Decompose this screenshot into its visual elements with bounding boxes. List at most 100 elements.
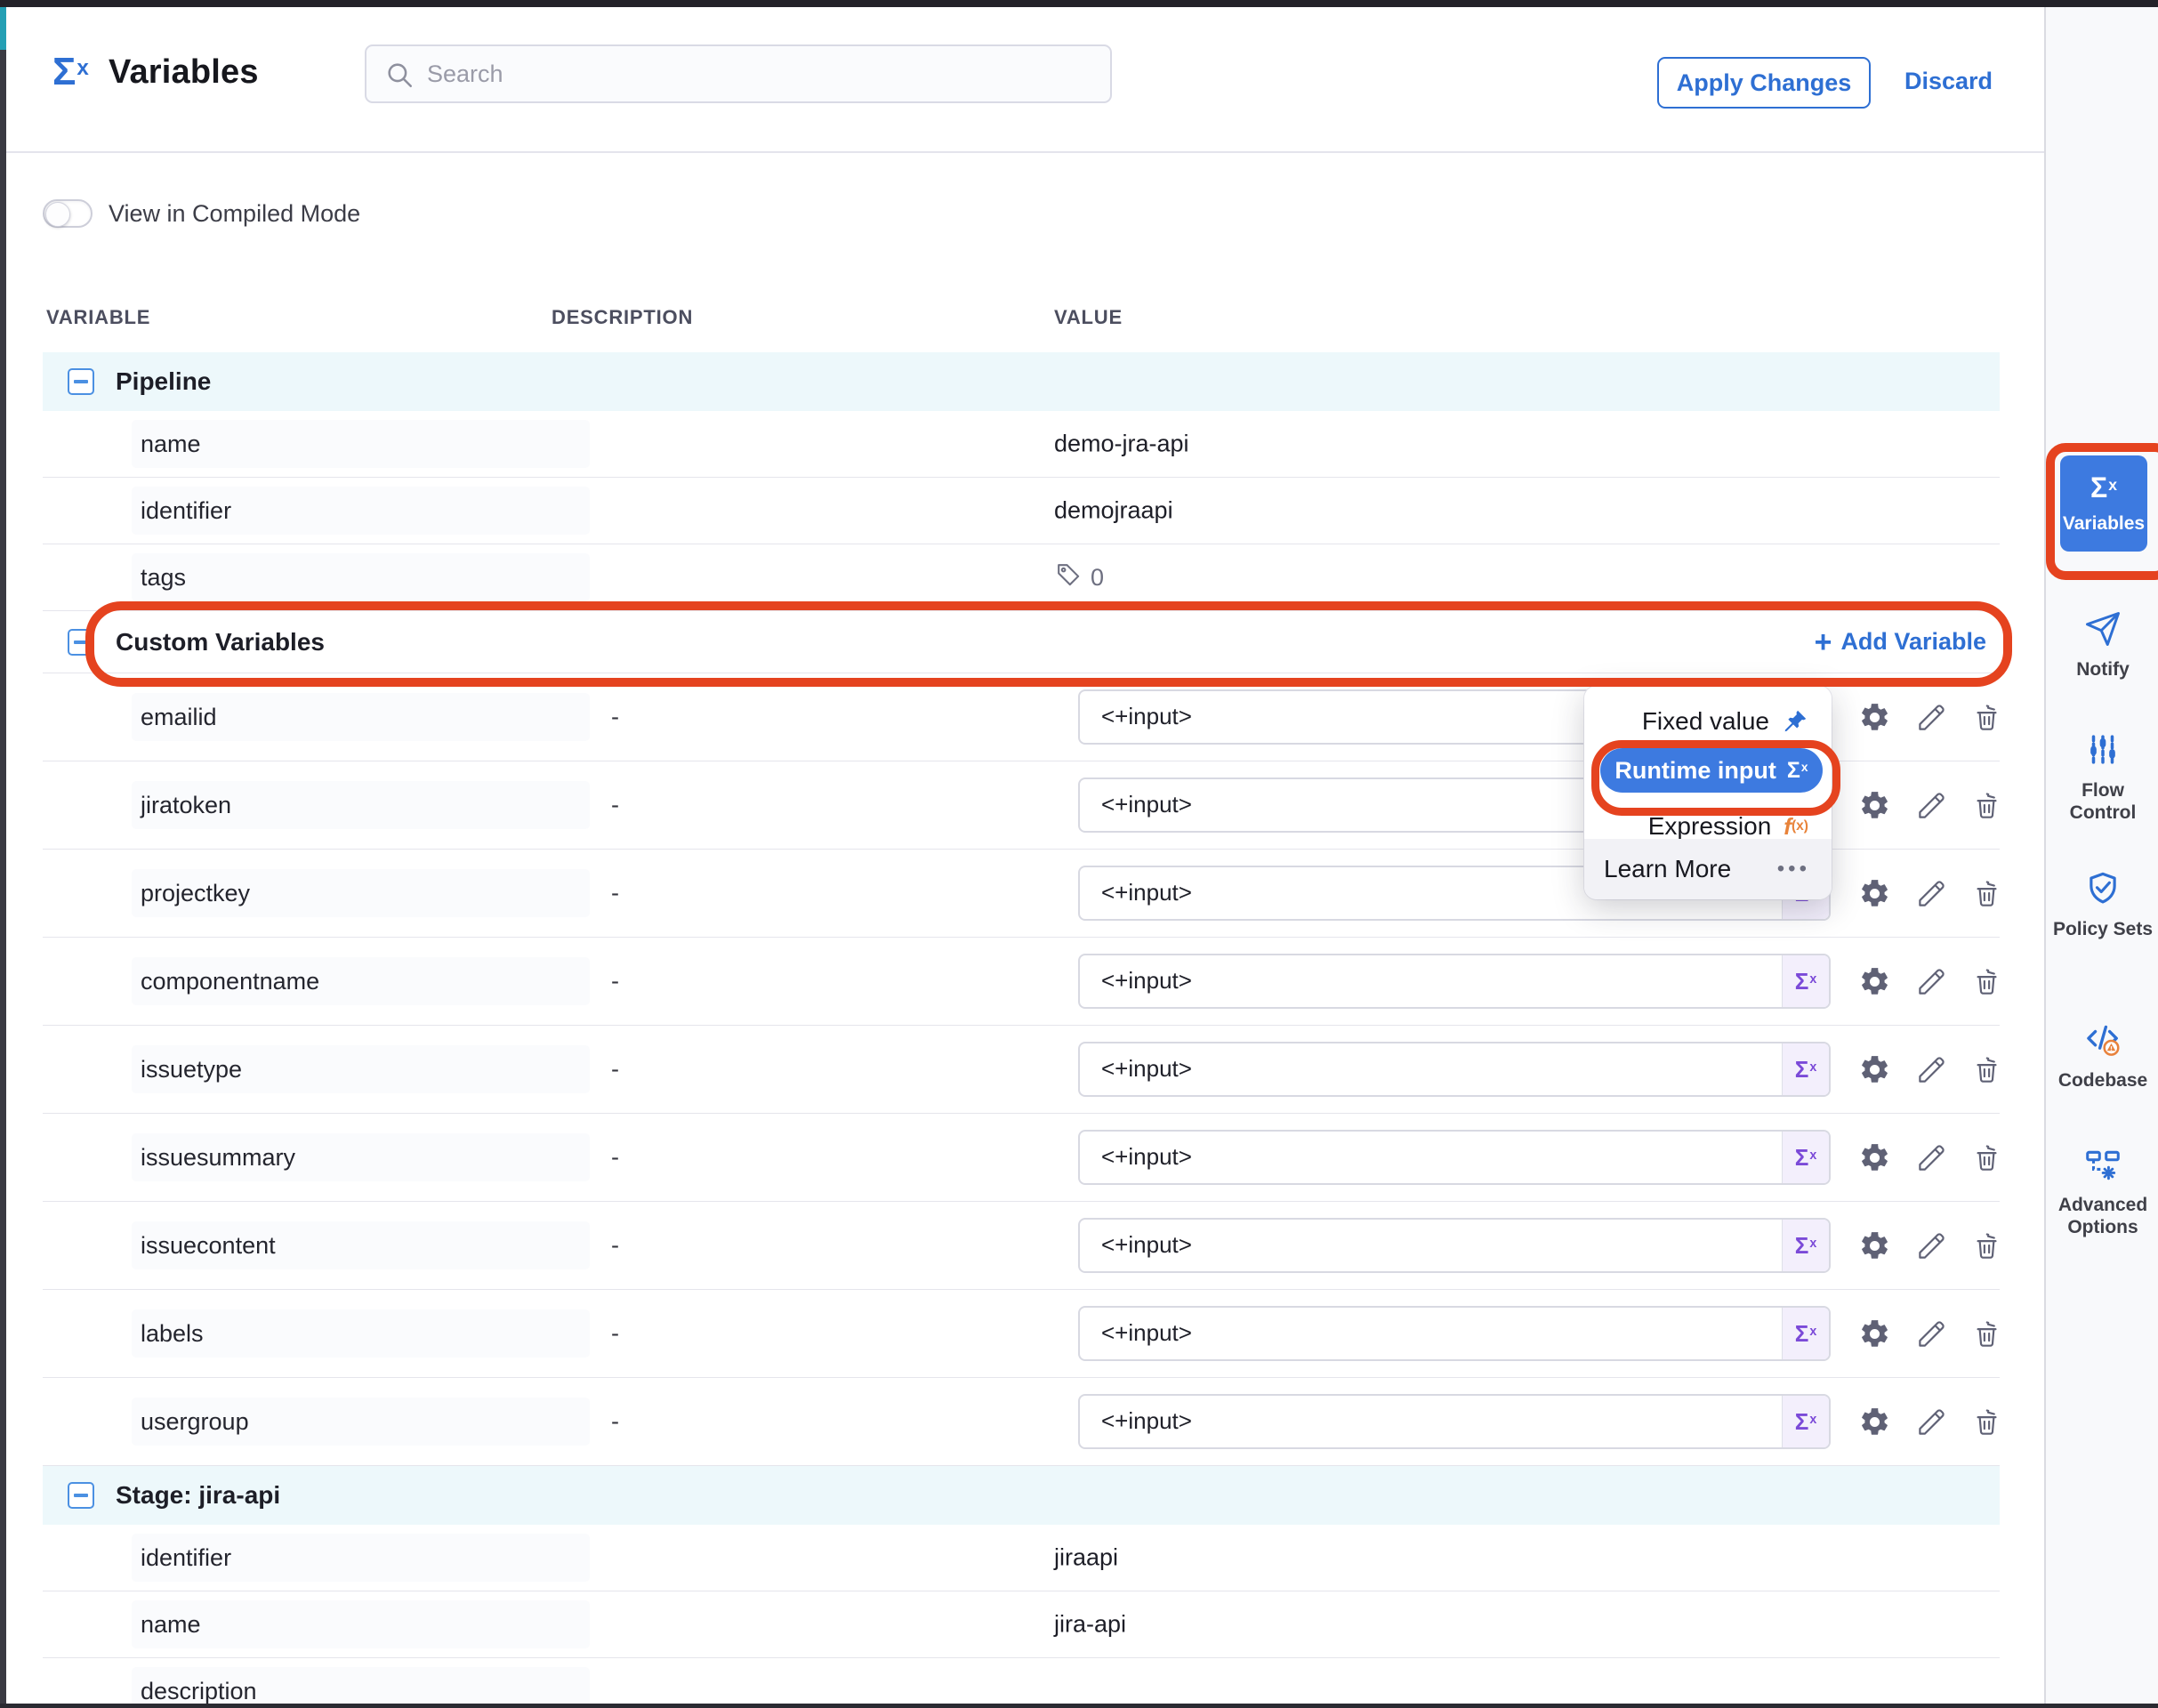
- value-type-selector[interactable]: Σx: [1782, 1308, 1829, 1359]
- value-type-selector[interactable]: Σx: [1782, 955, 1829, 1007]
- tags-value: 0: [1054, 560, 1104, 594]
- edit-icon[interactable]: [1914, 700, 1948, 734]
- settings-icon[interactable]: [1857, 964, 1891, 998]
- compiled-mode-label: View in Compiled Mode: [109, 200, 360, 228]
- variable-name-cell: jiratoken: [132, 781, 590, 829]
- edit-icon[interactable]: [1914, 1052, 1948, 1086]
- window-top-edge: [0, 0, 2158, 7]
- section-title: Stage: jira-api: [116, 1481, 280, 1510]
- input-value: <+input>: [1101, 703, 1192, 730]
- delete-icon[interactable]: [1969, 1140, 2003, 1174]
- sidebar-tab-policy-sets[interactable]: Policy Sets: [2046, 870, 2158, 941]
- delete-icon[interactable]: [1969, 1405, 2003, 1438]
- table-row-identifier: identifierdemojraapi: [43, 478, 2000, 544]
- settings-icon[interactable]: [1857, 1405, 1891, 1438]
- search-box[interactable]: [365, 44, 1112, 103]
- table-row-name: name demo-jra-api: [43, 411, 2000, 478]
- sidebar-tab-flow-control[interactable]: Flow Control: [2046, 731, 2158, 825]
- edit-icon[interactable]: [1914, 964, 1948, 998]
- description-cell: -: [611, 1408, 619, 1436]
- variable-name-cell: name: [132, 420, 590, 468]
- delete-icon[interactable]: [1969, 1317, 2003, 1350]
- collapse-icon[interactable]: [68, 1482, 94, 1509]
- settings-icon[interactable]: [1857, 1140, 1891, 1174]
- edit-icon[interactable]: [1914, 1317, 1948, 1350]
- menu-item-runtime-input[interactable]: Runtime input Σx: [1600, 748, 1823, 793]
- table-row-tags: tags0: [43, 544, 2000, 611]
- variables-drawer: Σx Variables Apply Changes Discard View …: [0, 0, 2158, 1708]
- edit-icon[interactable]: [1914, 1229, 1948, 1262]
- edit-icon[interactable]: [1914, 876, 1948, 910]
- value-cell: demojraapi: [1054, 497, 1173, 525]
- table-row-issuecontent: issuecontent-<+input>Σx: [43, 1202, 2000, 1290]
- sidebar-tab-advanced-options[interactable]: Advanced Options: [2046, 1144, 2158, 1239]
- settings-icon[interactable]: [1857, 788, 1891, 822]
- description-cell: -: [611, 968, 619, 995]
- section-header-pipeline[interactable]: Pipeline: [43, 352, 2000, 411]
- runtime-input-field[interactable]: <+input> Σx: [1078, 954, 1831, 1009]
- value-cell: jiraapi: [1054, 1544, 1118, 1572]
- delete-icon[interactable]: [1969, 788, 2003, 822]
- search-input[interactable]: [425, 50, 1087, 98]
- input-value: <+input>: [1101, 1143, 1192, 1171]
- input-value: <+input>: [1101, 967, 1192, 995]
- input-value: <+input>: [1101, 1055, 1192, 1083]
- value-type-selector[interactable]: Σx: [1782, 1220, 1829, 1271]
- toggle-knob: [45, 202, 70, 227]
- description-cell: -: [611, 880, 619, 907]
- edit-icon[interactable]: [1914, 788, 1948, 822]
- variable-name-cell: name: [132, 1600, 590, 1648]
- description-cell: -: [611, 1144, 619, 1172]
- input-value: <+input>: [1101, 879, 1192, 906]
- runtime-input-field[interactable]: <+input> Σx: [1078, 1130, 1831, 1185]
- column-header-variable: VARIABLE: [46, 306, 150, 329]
- runtime-input-field[interactable]: <+input>Σx: [1078, 1306, 1831, 1361]
- variable-name-cell: componentname: [132, 957, 590, 1005]
- collapse-icon[interactable]: [68, 629, 94, 656]
- input-value: <+input>: [1101, 1231, 1192, 1259]
- runtime-input-field[interactable]: <+input>Σx: [1078, 1394, 1831, 1449]
- discard-button[interactable]: Discard: [1904, 68, 1993, 95]
- delete-icon[interactable]: [1969, 964, 2003, 998]
- value-type-selector[interactable]: Σx: [1782, 1132, 1829, 1183]
- edit-icon[interactable]: [1914, 1140, 1948, 1174]
- delete-icon[interactable]: [1969, 1052, 2003, 1086]
- settings-icon[interactable]: [1857, 1317, 1891, 1350]
- edit-icon[interactable]: [1914, 1405, 1948, 1438]
- variable-name-cell: emailid: [132, 693, 590, 741]
- sigma-x-icon: Σx: [1787, 758, 1808, 784]
- value-type-selector[interactable]: Σx: [1782, 1043, 1829, 1095]
- value-cell: demo-jra-api: [1054, 431, 1189, 458]
- delete-icon[interactable]: [1969, 1229, 2003, 1262]
- settings-icon[interactable]: [1857, 700, 1891, 734]
- settings-icon[interactable]: [1857, 1229, 1891, 1262]
- section-header-custom-variables[interactable]: Custom Variables+Add Variable: [43, 611, 2000, 673]
- value-type-selector[interactable]: Σx: [1782, 1396, 1829, 1447]
- table-row-identifier: identifierjiraapi: [43, 1525, 2000, 1591]
- settings-icon[interactable]: [1857, 876, 1891, 910]
- value-cell: jira-api: [1054, 1611, 1126, 1639]
- settings-icon[interactable]: [1857, 1052, 1891, 1086]
- collapse-icon[interactable]: [68, 368, 94, 395]
- menu-item-fixed-value[interactable]: Fixed value: [1642, 704, 1808, 739]
- section-header-stage-jira-api[interactable]: Stage: jira-api: [43, 1466, 2000, 1525]
- menu-footer: Learn More •••: [1584, 839, 1832, 899]
- learn-more-link[interactable]: Learn More: [1604, 855, 1731, 883]
- runtime-input-field[interactable]: <+input> Σx: [1078, 1218, 1831, 1273]
- variable-name-cell: usergroup: [132, 1398, 590, 1446]
- sidebar-tab-variables[interactable]: ΣxVariables: [2060, 455, 2147, 552]
- delete-icon[interactable]: [1969, 700, 2003, 734]
- variable-name-cell: description: [132, 1667, 590, 1708]
- runtime-input-field[interactable]: <+input> Σx: [1078, 1042, 1831, 1097]
- description-cell: -: [611, 1320, 619, 1348]
- tag-icon: [1054, 560, 1091, 594]
- sidebar-tab-codebase[interactable]: Codebase: [2046, 1019, 2158, 1092]
- compiled-mode-toggle[interactable]: [43, 199, 93, 228]
- apply-changes-button[interactable]: Apply Changes: [1657, 57, 1871, 109]
- delete-icon[interactable]: [1969, 876, 2003, 910]
- add-variable-button[interactable]: +Add Variable: [1815, 611, 2013, 673]
- sidebar-tab-notify[interactable]: Notify: [2046, 610, 2158, 681]
- section-title: Custom Variables: [116, 628, 325, 657]
- more-options-icon[interactable]: •••: [1777, 857, 1810, 882]
- window-left-edge-accent: [0, 7, 6, 50]
